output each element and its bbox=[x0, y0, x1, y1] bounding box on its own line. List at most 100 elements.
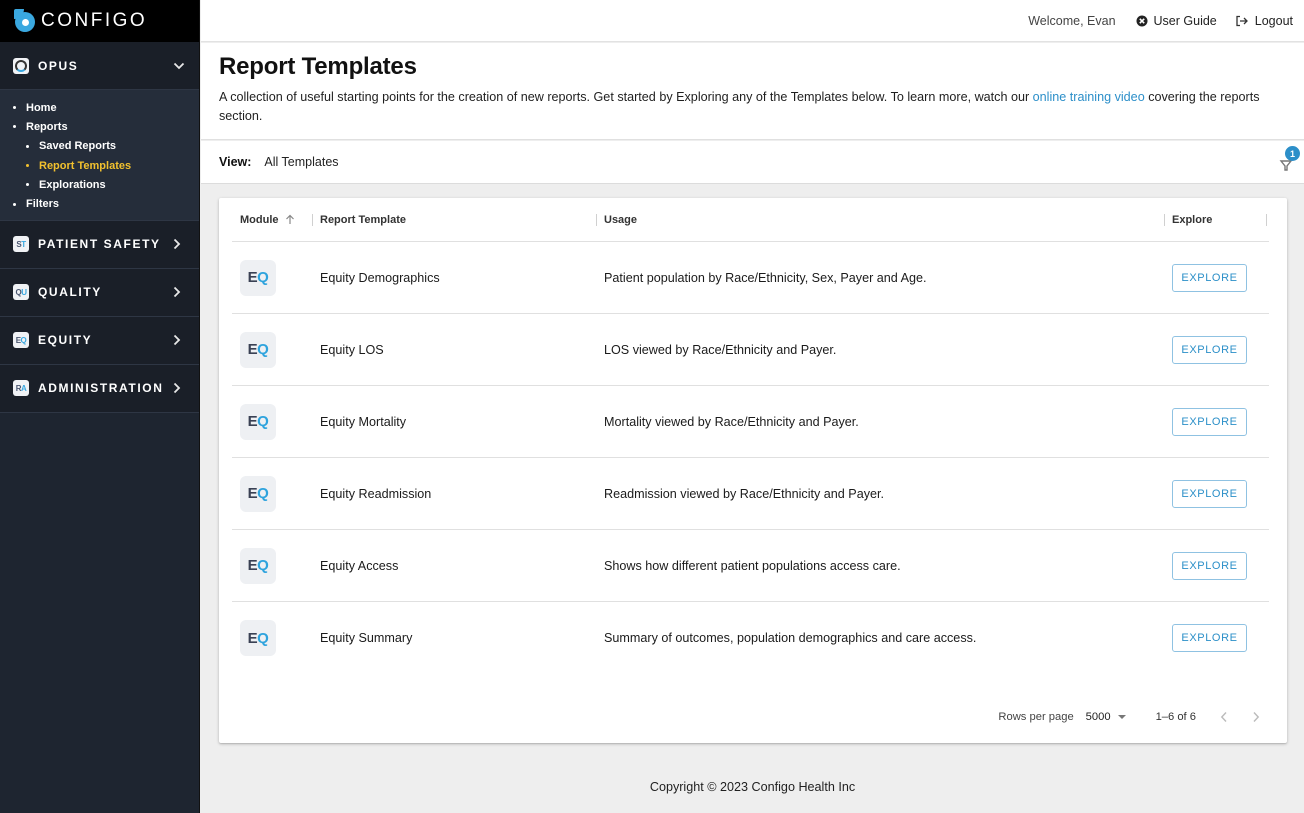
sidebar-section-administration-toggle[interactable]: RA ADMINISTRATION bbox=[0, 364, 199, 412]
nav-label: Filters bbox=[26, 198, 60, 211]
sidebar-item-report-templates[interactable]: Report Templates bbox=[0, 156, 199, 175]
sidebar-section-quality-toggle[interactable]: QU QUALITY bbox=[0, 268, 199, 316]
table-row: EQ Equity Summary Summary of outcomes, p… bbox=[232, 602, 1269, 674]
column-label: Usage bbox=[604, 213, 638, 226]
next-page-button[interactable] bbox=[1252, 711, 1264, 723]
footer-copyright: Copyright © 2023 Configo Health Inc bbox=[649, 780, 856, 794]
bullet-icon bbox=[26, 183, 29, 187]
module-cell: EQ bbox=[232, 547, 312, 584]
caret-down-icon bbox=[1117, 715, 1126, 719]
module-cell: EQ bbox=[232, 259, 312, 296]
chevron-right-icon bbox=[1253, 712, 1260, 722]
explore-cell: EXPLORE bbox=[1164, 263, 1269, 292]
icon-letter: Q bbox=[257, 413, 269, 430]
view-label: View: bbox=[219, 155, 252, 169]
filter-button[interactable]: 1 bbox=[1276, 146, 1300, 173]
equity-module-icon: EQ bbox=[240, 475, 276, 512]
welcome-text: Welcome, Evan bbox=[1028, 13, 1116, 28]
column-separator[interactable] bbox=[312, 214, 313, 226]
rows-per-page-label: Rows per page bbox=[998, 711, 1074, 723]
online-training-video-link[interactable]: online training video bbox=[1033, 90, 1145, 104]
icon-letter: E bbox=[247, 485, 258, 502]
chevron-right-icon bbox=[173, 334, 187, 346]
opus-module-icon bbox=[13, 57, 29, 74]
logout-link[interactable]: Logout bbox=[1235, 14, 1293, 28]
sidebar-item-saved-reports[interactable]: Saved Reports bbox=[0, 137, 199, 156]
explore-button[interactable]: EXPLORE bbox=[1172, 479, 1247, 508]
explore-button[interactable]: EXPLORE bbox=[1172, 263, 1247, 292]
explore-button[interactable]: EXPLORE bbox=[1172, 335, 1247, 364]
view-selector[interactable]: All Templates bbox=[264, 155, 338, 169]
brand-header[interactable]: CONFIGO bbox=[0, 0, 199, 42]
column-header-usage[interactable]: Usage bbox=[596, 198, 1164, 241]
top-bar: Welcome, Evan User Guide Logout bbox=[201, 0, 1304, 42]
explore-cell: EXPLORE bbox=[1164, 479, 1269, 508]
template-name: Equity Readmission bbox=[320, 486, 432, 501]
sort-ascending-icon[interactable] bbox=[285, 214, 295, 225]
icon-letter: E bbox=[247, 269, 258, 286]
explore-button[interactable]: EXPLORE bbox=[1172, 407, 1247, 436]
explore-cell: EXPLORE bbox=[1164, 551, 1269, 580]
sidebar-section-patient-safety: ST PATIENT SAFETY bbox=[0, 220, 199, 269]
table-row: EQ Equity Readmission Readmission viewed… bbox=[232, 458, 1269, 530]
chevron-left-icon bbox=[1220, 712, 1227, 722]
quality-module-icon: QU bbox=[13, 284, 29, 301]
sidebar-section-patient-safety-toggle[interactable]: ST PATIENT SAFETY bbox=[0, 220, 199, 268]
sidebar: CONFIGO OPUS Home Reports Saved Reports … bbox=[0, 0, 200, 813]
column-separator[interactable] bbox=[596, 214, 597, 226]
user-guide-link[interactable]: User Guide bbox=[1136, 14, 1217, 28]
column-separator[interactable] bbox=[1266, 214, 1267, 226]
pagination: Rows per page 5000 1–6 of 6 bbox=[998, 711, 1264, 723]
sidebar-section-label: PATIENT SAFETY bbox=[38, 237, 161, 252]
rows-per-page-select[interactable]: 5000 bbox=[1086, 711, 1126, 723]
sidebar-section-equity: EQ EQUITY bbox=[0, 316, 199, 365]
filter-count-badge: 1 bbox=[1285, 146, 1300, 161]
bullet-icon bbox=[26, 164, 29, 168]
icon-letter: T bbox=[21, 239, 26, 249]
equity-module-icon: EQ bbox=[240, 259, 276, 296]
bullet-icon bbox=[26, 144, 29, 148]
sidebar-item-reports[interactable]: Reports bbox=[0, 117, 199, 136]
sidebar-section-label: ADMINISTRATION bbox=[38, 381, 164, 396]
template-usage: Patient population by Race/Ethnicity, Se… bbox=[604, 270, 927, 285]
column-header-explore[interactable]: Explore bbox=[1164, 198, 1269, 241]
module-cell: EQ bbox=[232, 620, 312, 656]
brand-name: CONFIGO bbox=[41, 10, 148, 31]
column-label: Report Template bbox=[320, 213, 406, 226]
template-name: Equity Access bbox=[320, 558, 399, 573]
template-usage: Shows how different patient populations … bbox=[604, 558, 901, 573]
chevron-down-icon bbox=[173, 62, 187, 70]
icon-letter: Q bbox=[257, 485, 269, 502]
explore-cell: EXPLORE bbox=[1164, 407, 1269, 436]
template-usage: LOS viewed by Race/Ethnicity and Payer. bbox=[604, 342, 837, 357]
explore-button[interactable]: EXPLORE bbox=[1172, 551, 1247, 580]
page-description: A collection of useful starting points f… bbox=[219, 88, 1286, 126]
opus-subnav: Home Reports Saved Reports Report Templa… bbox=[0, 90, 199, 221]
module-cell: EQ bbox=[232, 403, 312, 440]
table-row: EQ Equity Demographics Patient populatio… bbox=[232, 242, 1269, 314]
equity-module-icon: EQ bbox=[240, 403, 276, 440]
patient-safety-module-icon: ST bbox=[13, 236, 29, 253]
column-header-report-template[interactable]: Report Template bbox=[312, 198, 596, 241]
previous-page-button[interactable] bbox=[1220, 711, 1232, 723]
column-separator[interactable] bbox=[1164, 214, 1165, 226]
icon-letter: E bbox=[247, 413, 258, 430]
icon-letter: A bbox=[21, 383, 27, 393]
bullet-icon bbox=[13, 106, 16, 110]
column-header-module[interactable]: Module bbox=[232, 198, 312, 241]
sidebar-section-opus-toggle[interactable]: OPUS bbox=[0, 42, 199, 89]
explore-button[interactable]: EXPLORE bbox=[1172, 624, 1247, 652]
sidebar-item-home[interactable]: Home bbox=[0, 98, 199, 117]
bullet-icon bbox=[13, 202, 16, 206]
chevron-right-icon bbox=[173, 238, 187, 250]
icon-letter: Q bbox=[257, 341, 269, 358]
icon-letter: E bbox=[247, 557, 258, 574]
chevron-right-icon bbox=[173, 382, 187, 394]
administration-module-icon: RA bbox=[13, 380, 29, 397]
sidebar-item-explorations[interactable]: Explorations bbox=[0, 175, 199, 194]
sidebar-item-filters[interactable]: Filters bbox=[0, 194, 199, 213]
template-usage: Mortality viewed by Race/Ethnicity and P… bbox=[604, 414, 859, 429]
table-row: EQ Equity Access Shows how different pat… bbox=[232, 530, 1269, 602]
sidebar-section-equity-toggle[interactable]: EQ EQUITY bbox=[0, 316, 199, 364]
nav-label: Explorations bbox=[39, 178, 106, 191]
